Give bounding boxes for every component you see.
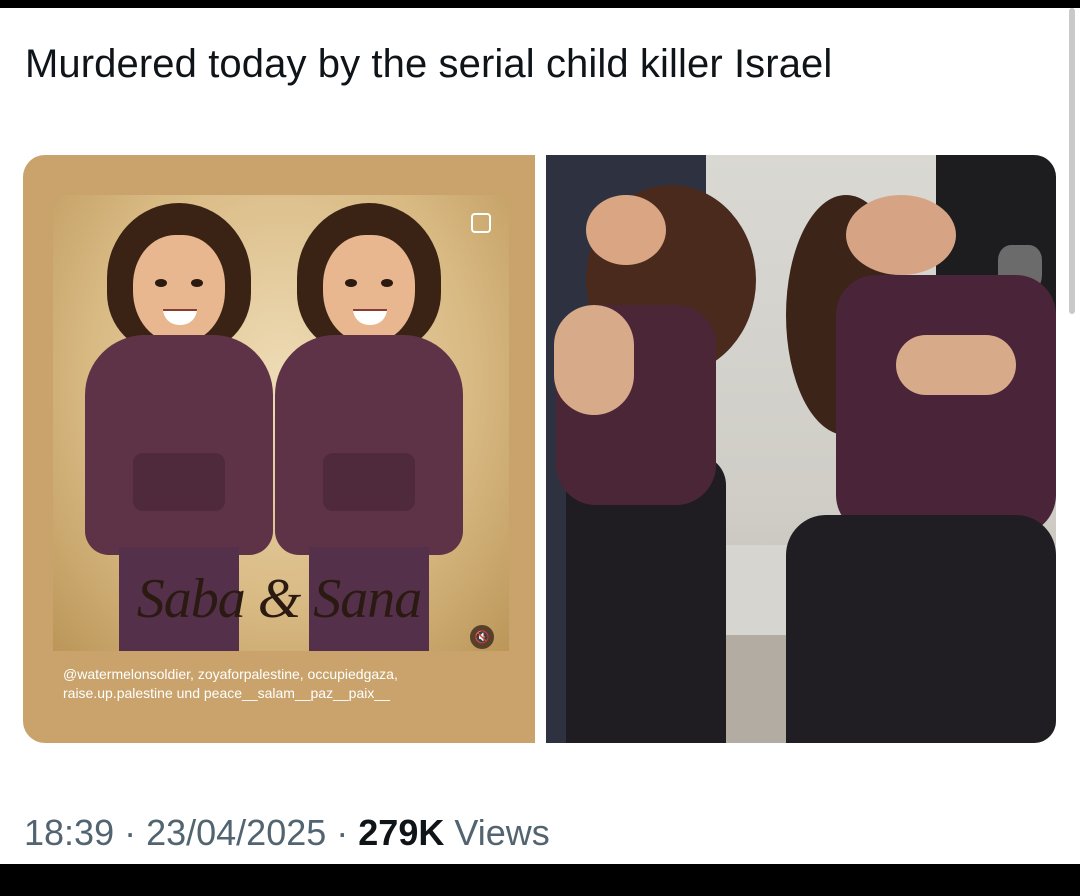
tweet: Murdered today by the serial child kille…: [0, 8, 1066, 864]
image-caption-names: Saba & Sana: [136, 568, 423, 630]
scrollbar[interactable]: [1066, 8, 1080, 864]
media-image-right[interactable]: [546, 155, 1056, 743]
media-image-left[interactable]: Saba & Sana 🔇 @watermelonsoldier, zoyafo…: [23, 155, 535, 743]
views-label: Views: [444, 812, 550, 853]
tweet-time[interactable]: 18:39: [24, 812, 114, 853]
image-credits: @watermelonsoldier, zoyaforpalestine, oc…: [63, 665, 513, 703]
instagram-multi-icon: [471, 213, 491, 233]
credits-line: raise.up.palestine und peace__salam__paz…: [63, 685, 390, 701]
scrollbar-thumb[interactable]: [1069, 8, 1075, 314]
tweet-text: Murdered today by the serial child kille…: [25, 42, 833, 86]
views-count[interactable]: 279K: [358, 812, 444, 853]
media-grid: Saba & Sana 🔇 @watermelonsoldier, zoyafo…: [23, 155, 1056, 743]
tweet-date[interactable]: 23/04/2025: [146, 812, 326, 853]
mute-icon[interactable]: 🔇: [470, 625, 494, 649]
tweet-metadata: 18:39 · 23/04/2025 · 279K Views: [24, 812, 550, 853]
credits-line: @watermelonsoldier, zoyaforpalestine, oc…: [63, 666, 398, 682]
bottom-bar: [0, 864, 1080, 896]
